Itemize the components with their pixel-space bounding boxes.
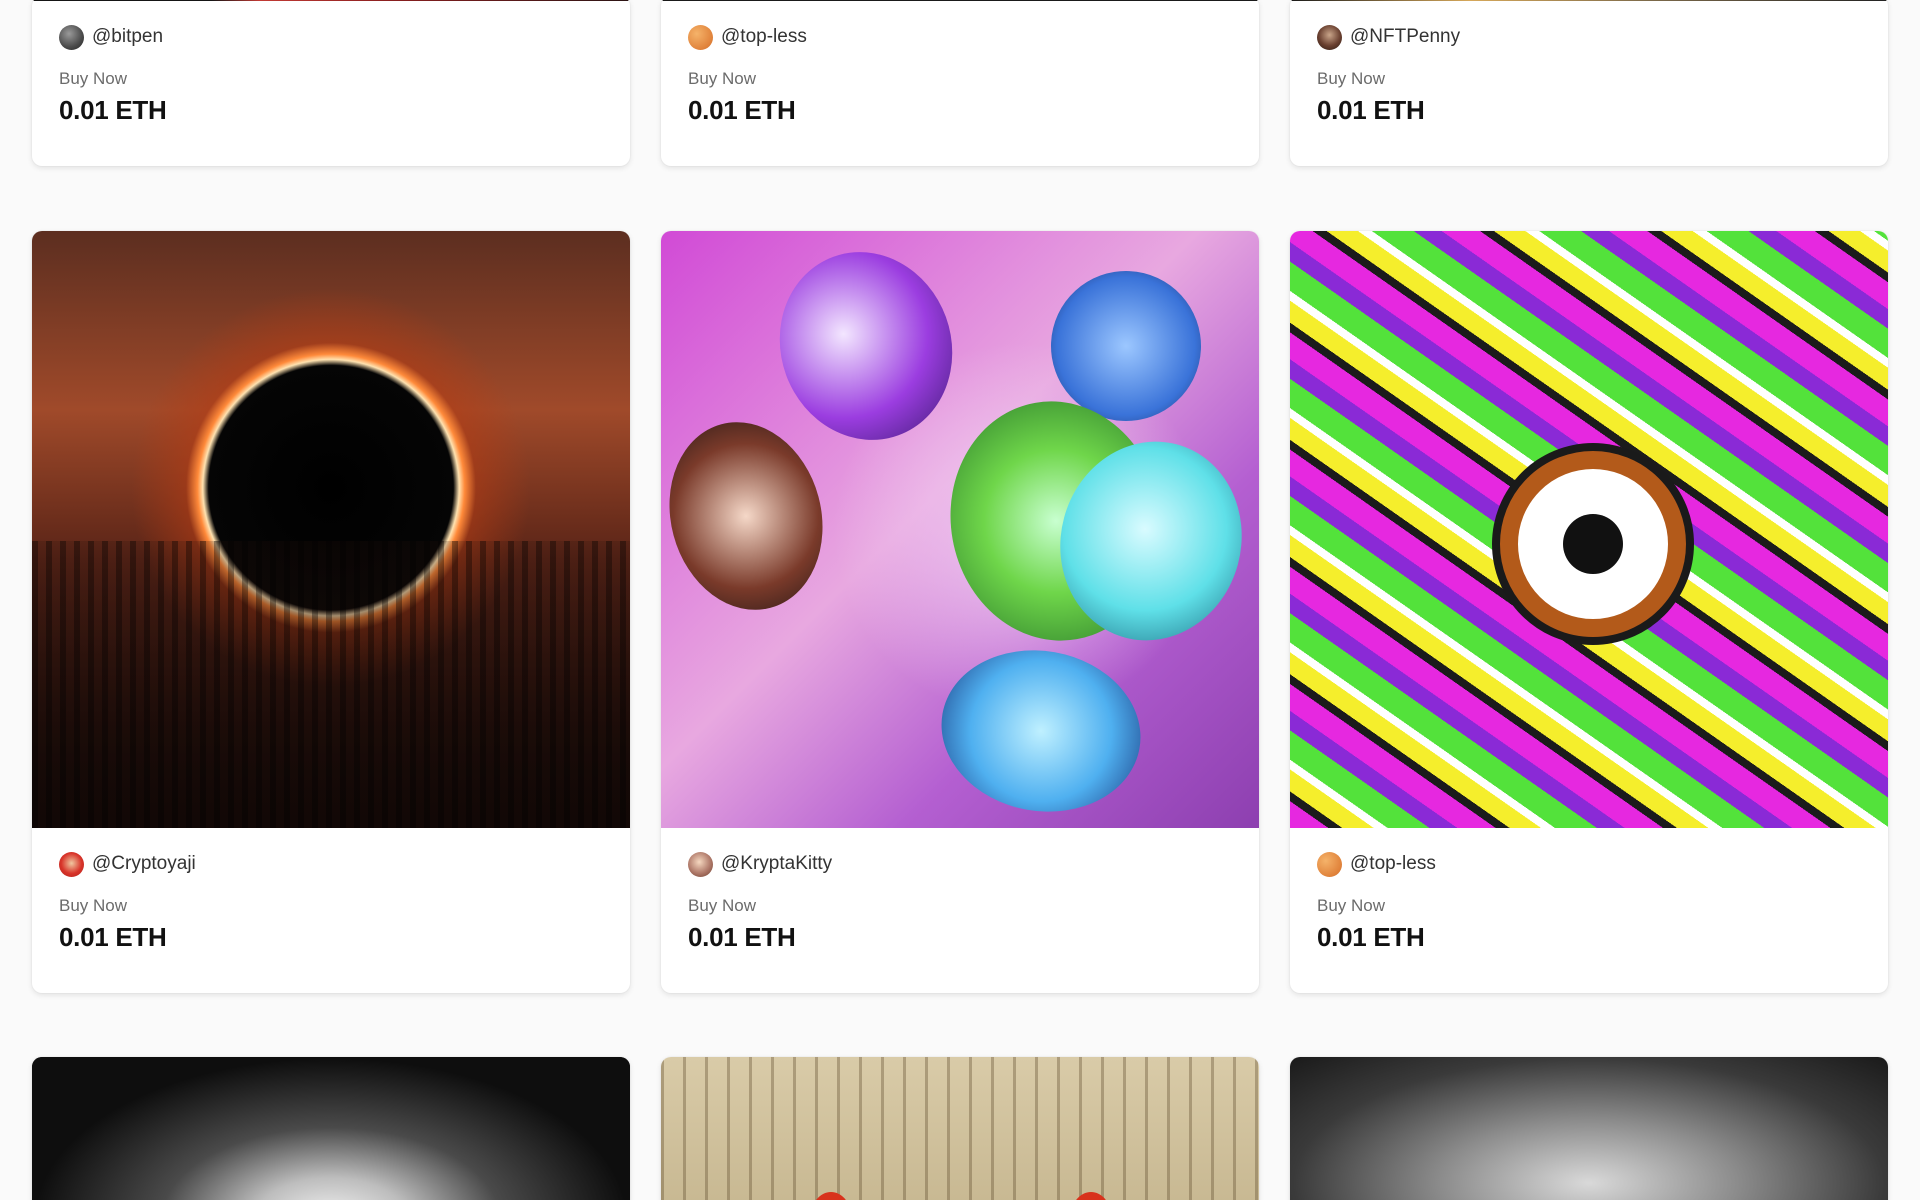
creator-avatar — [1317, 851, 1342, 877]
artwork-image[interactable] — [32, 0, 630, 1]
card-info: @NFTPenny Buy Now 0.01 ETH — [1290, 1, 1888, 126]
nft-card[interactable]: @Cryptoyaji Buy Now 0.01 ETH — [32, 231, 630, 993]
creator-handle: @KryptaKitty — [721, 853, 833, 874]
price: 0.01 ETH — [1317, 95, 1425, 125]
buy-now-label: Buy Now — [59, 69, 128, 88]
card-info: @bitpen Buy Now 0.01 ETH — [32, 1, 630, 126]
creator-link[interactable]: @NFTPenny — [1317, 23, 1861, 51]
artwork-image[interactable] — [1290, 0, 1888, 1]
temple-red-ornament — [1071, 1192, 1111, 1200]
artwork-image[interactable] — [1290, 231, 1888, 828]
creator-avatar — [688, 851, 713, 877]
price: 0.01 ETH — [59, 922, 167, 952]
price: 0.01 ETH — [688, 95, 796, 125]
creator-handle: @NFTPenny — [1350, 26, 1461, 47]
creator-avatar — [59, 24, 84, 50]
price: 0.01 ETH — [59, 95, 167, 125]
price: 0.01 ETH — [688, 922, 796, 952]
nft-card[interactable] — [32, 1057, 630, 1200]
doodle-pupil — [1563, 514, 1623, 574]
card-info: @Cryptoyaji Buy Now 0.01 ETH — [32, 828, 630, 953]
creator-link[interactable]: @top-less — [688, 23, 1232, 51]
creator-handle: @Cryptoyaji — [92, 853, 196, 874]
butterfly-shape — [753, 231, 979, 465]
butterfly-shape — [928, 634, 1154, 828]
buy-now-label: Buy Now — [688, 69, 757, 88]
creator-avatar — [59, 851, 84, 877]
creator-avatar — [688, 24, 713, 50]
butterfly-shape — [661, 404, 844, 628]
card-info: @top-less Buy Now 0.01 ETH — [661, 1, 1259, 126]
nft-card[interactable] — [661, 1057, 1259, 1200]
artwork-image[interactable] — [661, 1057, 1259, 1200]
nft-card[interactable]: @top-less Buy Now 0.01 ETH — [1290, 231, 1888, 993]
card-info: @top-less Buy Now 0.01 ETH — [1290, 828, 1888, 953]
creator-handle: @bitpen — [92, 26, 164, 47]
price: 0.01 ETH — [1317, 922, 1425, 952]
card-info: @KryptaKitty Buy Now 0.01 ETH — [661, 828, 1259, 953]
buy-now-label: Buy Now — [59, 896, 128, 915]
nft-card[interactable]: @KryptaKitty Buy Now 0.01 ETH — [661, 231, 1259, 993]
creator-link[interactable]: @Cryptoyaji — [59, 850, 603, 878]
city-silhouette — [32, 541, 630, 828]
creator-avatar — [1317, 24, 1342, 50]
buy-now-label: Buy Now — [688, 896, 757, 915]
creator-link[interactable]: @top-less — [1317, 850, 1861, 878]
creator-link[interactable]: @bitpen — [59, 23, 603, 51]
artwork-image[interactable] — [32, 231, 630, 828]
artwork-image[interactable] — [32, 1057, 630, 1200]
temple-red-ornament — [811, 1192, 851, 1200]
buy-now-label: Buy Now — [1317, 896, 1386, 915]
creator-handle: @top-less — [721, 26, 807, 47]
creator-link[interactable]: @KryptaKitty — [688, 850, 1232, 878]
nft-card[interactable]: @bitpen Buy Now 0.01 ETH — [32, 0, 630, 166]
buy-now-label: Buy Now — [1317, 69, 1386, 88]
artwork-image[interactable] — [661, 0, 1259, 1]
doodle-eye — [1500, 451, 1686, 637]
artwork-image[interactable] — [1290, 1057, 1888, 1200]
nft-card[interactable]: @NFTPenny Buy Now 0.01 ETH — [1290, 0, 1888, 166]
creator-handle: @top-less — [1350, 853, 1436, 874]
nft-listing-grid: @bitpen Buy Now 0.01 ETH @top-less Buy N… — [0, 0, 1920, 1200]
nft-card[interactable]: @top-less Buy Now 0.01 ETH — [661, 0, 1259, 166]
nft-card[interactable] — [1290, 1057, 1888, 1200]
artwork-image[interactable] — [661, 231, 1259, 828]
